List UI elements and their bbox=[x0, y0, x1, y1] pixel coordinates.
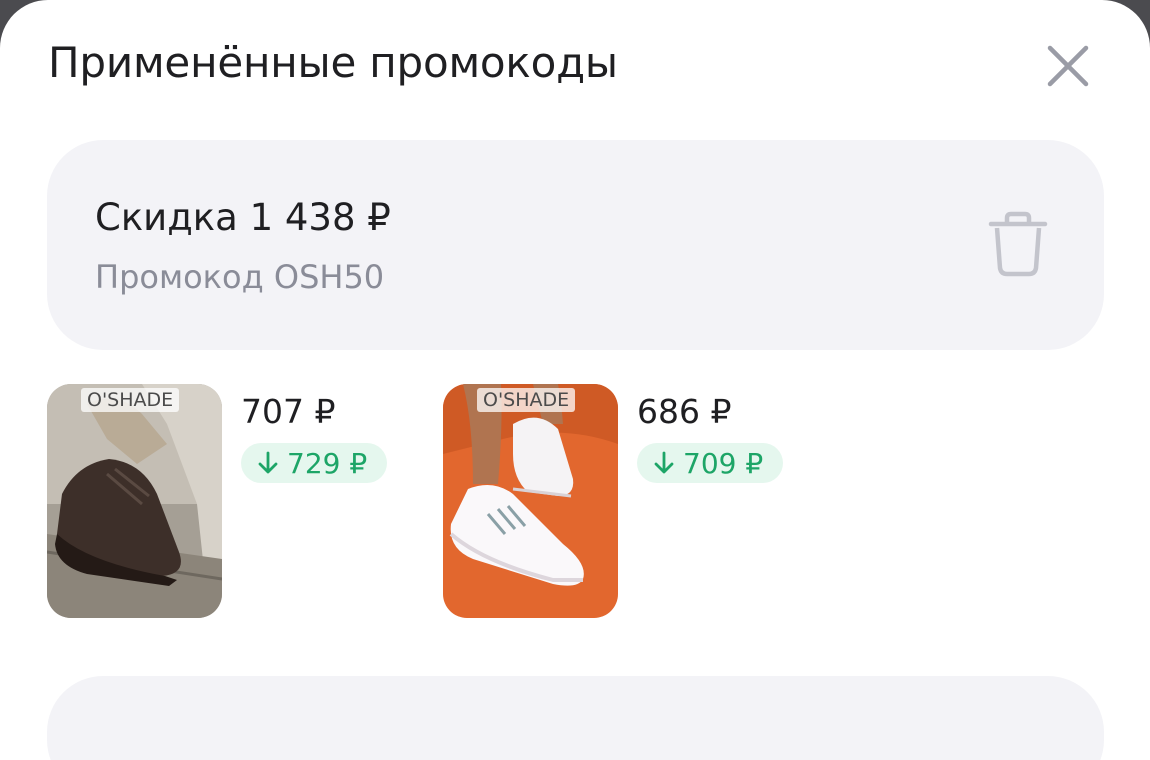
arrow-down-icon bbox=[258, 451, 278, 474]
old-price-value: 729 ₽ bbox=[287, 446, 368, 480]
arrow-down-icon bbox=[654, 451, 674, 474]
sheet-title: Применённые промокоды bbox=[48, 38, 618, 87]
promo-code-label: Промокод OSH50 bbox=[95, 258, 385, 296]
close-icon bbox=[1047, 45, 1089, 87]
price-drop-badge: 729 ₽ bbox=[241, 443, 388, 483]
brown-sneaker-photo bbox=[47, 384, 222, 618]
trash-icon bbox=[988, 211, 1048, 277]
brand-tag: O'SHADE bbox=[477, 388, 576, 412]
promo-codes-sheet: Применённые промокоды Скидка 1 438 ₽ Про… bbox=[0, 0, 1150, 760]
product-price: 686 ₽ bbox=[637, 392, 732, 431]
discount-amount: Скидка 1 438 ₽ bbox=[95, 196, 391, 239]
product-image[interactable]: O'SHADE bbox=[443, 384, 618, 618]
close-button[interactable] bbox=[1040, 38, 1096, 94]
price-drop-badge: 709 ₽ bbox=[637, 443, 784, 483]
applied-promo-card: Скидка 1 438 ₽ Промокод OSH50 bbox=[47, 140, 1104, 350]
product-image[interactable]: O'SHADE bbox=[47, 384, 222, 618]
delete-promo-button[interactable] bbox=[983, 208, 1053, 280]
next-promo-card bbox=[47, 676, 1104, 760]
old-price-value: 709 ₽ bbox=[683, 446, 764, 480]
product-price: 707 ₽ bbox=[241, 392, 336, 431]
brand-tag: O'SHADE bbox=[81, 388, 180, 412]
white-sneaker-photo bbox=[443, 384, 618, 618]
